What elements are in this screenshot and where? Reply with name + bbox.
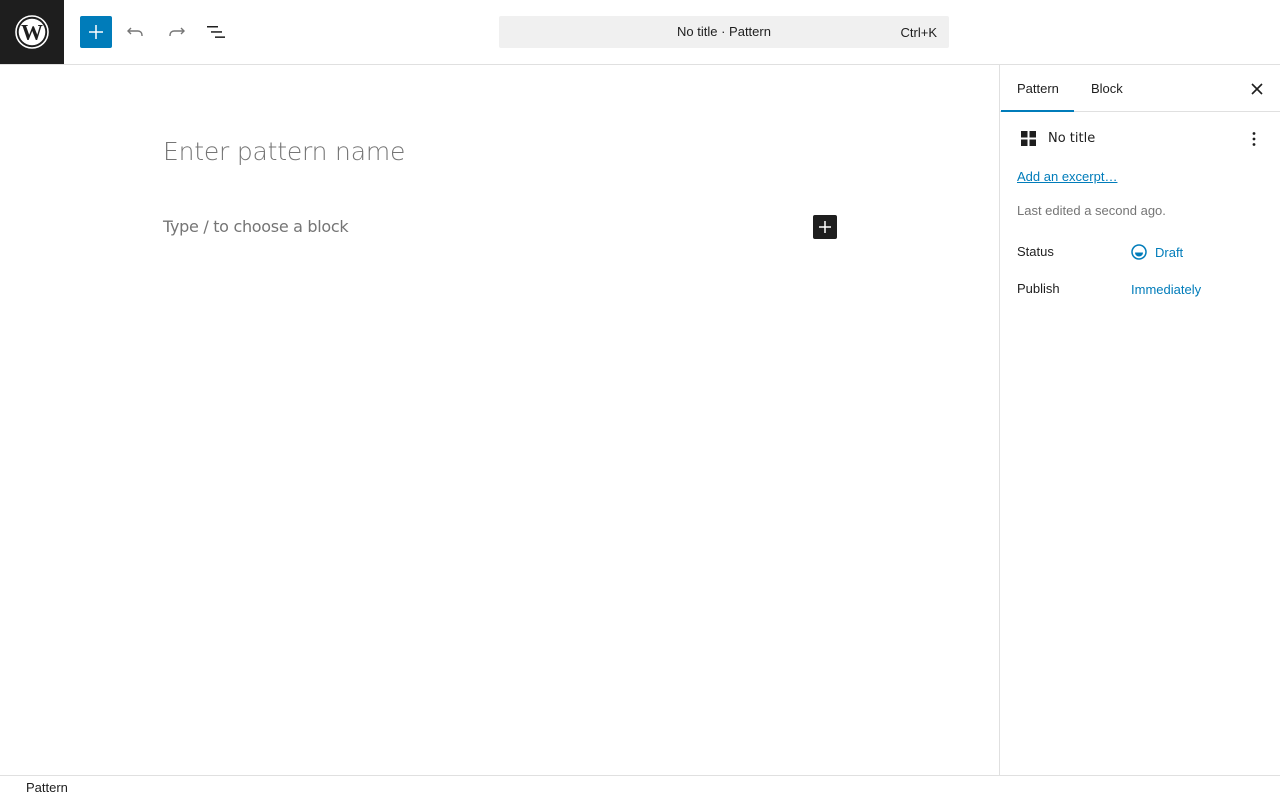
editor-canvas[interactable]: Enter pattern name Type / to choose a bl…	[0, 65, 999, 775]
inline-inserter-button[interactable]	[813, 215, 837, 239]
document-title: No title · Pattern	[677, 24, 771, 39]
status-toggle[interactable]: Draft	[1131, 243, 1183, 261]
active-tab-indicator	[1001, 110, 1074, 112]
status-label: Status	[1017, 244, 1054, 259]
editor-header: W No title · Pattern Ctrl+K	[0, 0, 1280, 65]
settings-sidebar: Pattern Block No title Add an excerpt… L…	[999, 65, 1280, 775]
keyboard-shortcut-hint: Ctrl+K	[900, 25, 937, 40]
undo-button[interactable]	[120, 16, 152, 48]
more-options-button[interactable]	[1242, 127, 1266, 151]
block-breadcrumb[interactable]: Pattern	[26, 780, 68, 795]
more-vertical-icon	[1252, 132, 1256, 146]
command-palette-bar[interactable]: No title · Pattern Ctrl+K	[499, 16, 949, 48]
close-sidebar-button[interactable]	[1245, 77, 1269, 101]
document-title-label: No title	[1048, 131, 1096, 146]
last-edited-text: Last edited a second ago.	[1017, 203, 1166, 218]
plus-icon	[819, 221, 831, 233]
close-icon	[1251, 83, 1263, 95]
grid-icon	[1021, 131, 1036, 146]
add-excerpt-link[interactable]: Add an excerpt…	[1017, 169, 1117, 184]
sidebar-tabs: Pattern Block	[1000, 65, 1280, 112]
list-view-icon	[207, 26, 225, 38]
pattern-name-input[interactable]: Enter pattern name	[163, 137, 405, 166]
redo-icon	[169, 27, 185, 36]
draft-status-icon	[1131, 244, 1147, 260]
tab-block[interactable]: Block	[1091, 65, 1123, 112]
undo-icon	[127, 27, 143, 36]
wordpress-logo-icon[interactable]: W	[0, 0, 64, 64]
publish-label: Publish	[1017, 281, 1060, 296]
editor-footer: Pattern	[0, 775, 1280, 800]
list-view-button[interactable]	[200, 16, 232, 48]
plus-icon	[89, 25, 103, 39]
document-summary: No title	[1017, 127, 1267, 151]
pattern-editor: W No title · Pattern Ctrl+K Enter patter…	[0, 0, 1280, 800]
publish-date-toggle[interactable]: Immediately	[1131, 282, 1201, 297]
tab-pattern[interactable]: Pattern	[1017, 65, 1059, 112]
add-block-button[interactable]	[80, 16, 112, 48]
status-value: Draft	[1155, 244, 1184, 260]
block-appender[interactable]: Type / to choose a block	[163, 217, 349, 236]
redo-button[interactable]	[160, 16, 192, 48]
svg-text:W: W	[21, 20, 43, 45]
